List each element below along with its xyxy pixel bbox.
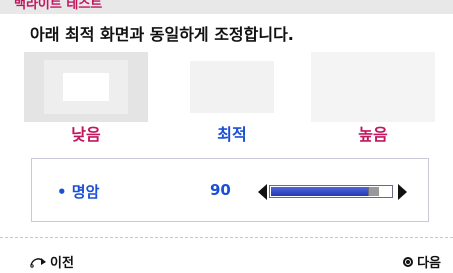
contrast-slider[interactable] — [269, 185, 393, 198]
label-high: 높음 — [358, 125, 388, 144]
back-button-label: 이전 — [50, 256, 74, 271]
arrow-left-icon[interactable] — [258, 184, 267, 200]
next-button-label: 다음 — [417, 256, 441, 271]
footer-divider — [0, 237, 453, 238]
next-button[interactable]: 다음 — [403, 252, 441, 271]
label-optimal: 최적 — [217, 125, 247, 144]
contrast-label: • 명암 — [57, 183, 100, 201]
contrast-value: 90 — [210, 181, 231, 199]
preview-low-core — [63, 73, 109, 101]
contrast-control[interactable]: • 명암 90 — [31, 158, 429, 222]
preview-optimal — [170, 52, 294, 122]
return-icon — [30, 257, 46, 268]
label-low: 낮음 — [71, 125, 101, 144]
page-title: 백라이트 테스트 — [14, 0, 103, 12]
back-button[interactable]: 이전 — [29, 252, 74, 271]
arrow-right-icon[interactable] — [398, 184, 407, 200]
preview-optimal-screen — [190, 61, 274, 113]
instruction-text: 아래 최적 화면과 동일하게 조정합니다. — [30, 25, 294, 44]
slider-thumb[interactable] — [368, 187, 379, 196]
slider-fill — [271, 187, 369, 196]
preview-low-screen — [44, 60, 128, 114]
preview-high — [311, 52, 435, 122]
preview-low — [24, 52, 148, 122]
ok-icon — [403, 256, 414, 267]
